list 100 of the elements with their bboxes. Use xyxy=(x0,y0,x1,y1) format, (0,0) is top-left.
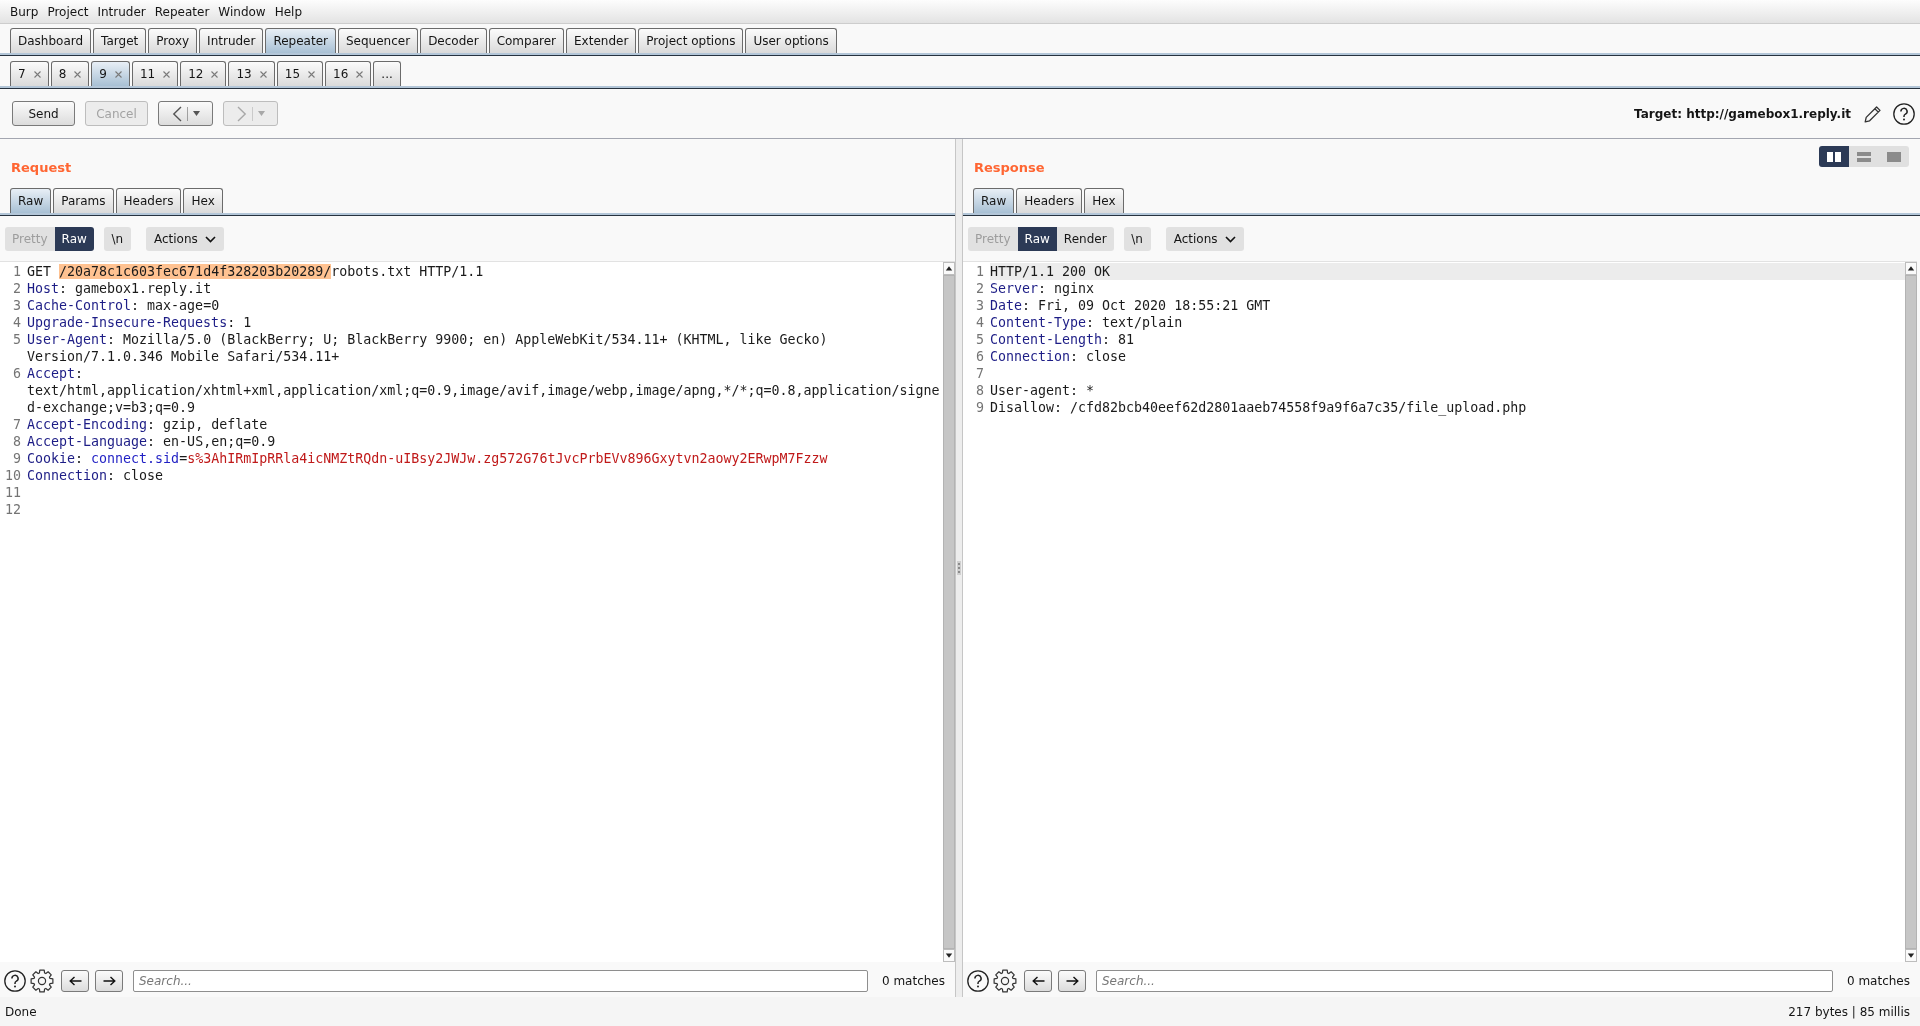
caret-down-icon[interactable] xyxy=(192,111,200,116)
tool-tab[interactable]: Comparer xyxy=(488,28,564,53)
scroll-down-icon[interactable] xyxy=(943,949,955,962)
actions-button[interactable]: Actions xyxy=(145,227,224,251)
code-line: GET /20a78c1c603fec671d4f328203b20289/robots.txt HTTP/1.1 xyxy=(27,263,484,280)
editor-tab[interactable]: Params xyxy=(53,188,114,213)
close-icon[interactable] xyxy=(308,70,316,78)
newline-toggle-button[interactable]: \n xyxy=(103,227,131,251)
close-icon[interactable] xyxy=(74,70,82,78)
editor-tab[interactable]: Hex xyxy=(183,188,223,213)
code-line: Accept: text/html,application/xhtml+xml,application/xml;q=0.9,image/avif,image/webp,image/apng,*/*;q=0.8,application/signed-exchange;v=b3;q=0.9 xyxy=(27,365,940,416)
editor-tab[interactable]: Headers xyxy=(115,188,182,213)
view-mode-tab[interactable]: Render xyxy=(1056,227,1114,251)
tool-tab[interactable]: Extender xyxy=(566,28,637,53)
scroll-up-icon[interactable] xyxy=(1905,262,1917,275)
line-number: 1 xyxy=(975,263,984,280)
menu-item[interactable]: Window xyxy=(218,3,266,20)
session-tab[interactable]: 9 xyxy=(91,61,130,86)
line-number: 8 xyxy=(975,382,984,399)
layout-toggle-button[interactable] xyxy=(1849,146,1879,167)
help-icon[interactable] xyxy=(4,969,26,992)
editor-tab[interactable]: Raw xyxy=(973,188,1015,213)
session-tab[interactable]: 13 xyxy=(228,61,275,86)
line-number: 9 xyxy=(12,450,21,467)
settings-icon[interactable] xyxy=(993,968,1017,993)
line-number: 9 xyxy=(975,399,984,416)
session-tab[interactable]: 8 xyxy=(50,61,90,86)
search-field[interactable]: Search... xyxy=(1096,969,1833,992)
grip-icon xyxy=(957,561,961,575)
layout-toggle-button[interactable] xyxy=(1879,146,1909,167)
chevron-down-icon xyxy=(1224,235,1236,243)
session-tab[interactable]: 12 xyxy=(180,61,227,86)
tool-tab[interactable]: Repeater xyxy=(265,28,336,53)
tool-tab[interactable]: Sequencer xyxy=(338,28,419,53)
tool-tab[interactable]: Decoder xyxy=(420,28,487,53)
previous-match-button[interactable] xyxy=(61,969,89,992)
menu-item[interactable]: Repeater xyxy=(154,3,210,20)
tool-tab[interactable]: Target xyxy=(93,28,147,53)
code-line: Accept-Language: en-US,en;q=0.9 xyxy=(27,433,276,450)
view-mode-tab[interactable]: Raw xyxy=(54,227,94,251)
send-button[interactable]: Send xyxy=(12,101,75,126)
menu-item[interactable]: Intruder xyxy=(97,3,146,20)
menu-item[interactable]: Project xyxy=(47,3,89,20)
settings-icon[interactable] xyxy=(30,968,54,993)
previous-match-button[interactable] xyxy=(1024,969,1052,992)
line-number: 3 xyxy=(975,297,984,314)
close-icon[interactable] xyxy=(114,70,122,78)
more-tabs-button[interactable]: ... xyxy=(373,61,401,86)
close-icon[interactable] xyxy=(356,70,364,78)
pencil-icon[interactable] xyxy=(1863,103,1883,124)
line-number: 12 xyxy=(4,501,21,518)
line-number: 5 xyxy=(12,331,21,348)
tool-tab[interactable]: Proxy xyxy=(148,28,198,53)
code-line: Host: gamebox1.reply.it xyxy=(27,280,212,297)
session-tab[interactable]: 16 xyxy=(325,61,372,86)
match-count: 0 matches xyxy=(881,973,945,988)
close-icon[interactable] xyxy=(33,70,41,78)
tool-tab[interactable]: Dashboard xyxy=(10,28,92,53)
editor-tab[interactable]: Raw xyxy=(10,188,52,213)
line-number: 2 xyxy=(12,280,21,297)
code-line: User-Agent: Mozilla/5.0 (BlackBerry; U; BlackBerry 9900; en) AppleWebKit/534.11+ (KHTML, like Gecko) Version/7.1.0.346 Mobile Safari/534.11+ xyxy=(27,331,829,365)
tool-tab[interactable]: User options xyxy=(745,28,837,53)
close-icon[interactable] xyxy=(163,70,171,78)
code-line: Date: Fri, 09 Oct 2020 18:55:21 GMT xyxy=(990,297,1271,314)
editor-tab[interactable]: Hex xyxy=(1084,188,1124,213)
next-match-button[interactable] xyxy=(95,969,123,992)
panel-title: Request xyxy=(11,159,72,177)
editor-tab[interactable]: Headers xyxy=(1016,188,1083,213)
single-pane-icon xyxy=(1887,151,1901,162)
line-number: 4 xyxy=(975,314,984,331)
line-number: 5 xyxy=(975,331,984,348)
search-field[interactable]: Search... xyxy=(133,969,868,992)
line-number: 3 xyxy=(12,297,21,314)
scroll-up-icon[interactable] xyxy=(943,262,955,275)
actions-button[interactable]: Actions xyxy=(1165,227,1244,251)
chevron-left-icon xyxy=(171,105,182,122)
history-back-button[interactable] xyxy=(158,101,213,126)
right-arrow-icon xyxy=(1065,975,1079,986)
menu-item[interactable]: Burp xyxy=(10,3,39,20)
next-match-button[interactable] xyxy=(1058,969,1086,992)
help-icon[interactable] xyxy=(1893,102,1915,125)
status-message: Done xyxy=(5,1004,37,1019)
session-tab[interactable]: 11 xyxy=(131,61,179,86)
close-icon[interactable] xyxy=(211,70,219,78)
close-icon[interactable] xyxy=(259,70,267,78)
menu-item[interactable]: Help xyxy=(274,3,303,20)
match-count: 0 matches xyxy=(1846,973,1910,988)
view-mode-tab[interactable]: Raw xyxy=(1017,227,1057,251)
help-icon[interactable] xyxy=(967,969,989,992)
code-line: Content-Length: 81 xyxy=(990,331,1135,348)
line-number: 8 xyxy=(12,433,21,450)
scroll-down-icon[interactable] xyxy=(1905,949,1917,962)
tool-tab[interactable]: Project options xyxy=(638,28,744,53)
layout-toggle-button[interactable] xyxy=(1819,146,1849,167)
newline-toggle-button[interactable]: \n xyxy=(1123,227,1151,251)
code-line: Disallow: /cfd82bcb40eef62d2801aaeb74558f9a9f6a7c35/file_upload.php xyxy=(990,399,1527,416)
rows-layout-icon xyxy=(1857,151,1871,162)
session-tab[interactable]: 15 xyxy=(276,61,324,86)
tool-tab[interactable]: Intruder xyxy=(199,28,264,53)
session-tab[interactable]: 7 xyxy=(10,61,49,86)
